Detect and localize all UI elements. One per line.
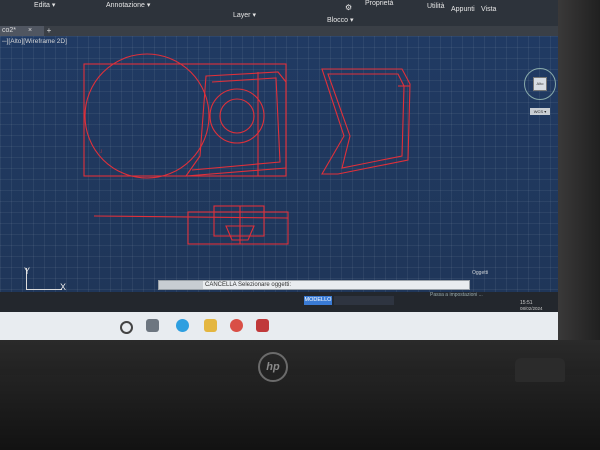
hinge-cover bbox=[515, 358, 565, 382]
drawing-geometry: ┘ bbox=[83, 53, 411, 245]
chrome-icon[interactable] bbox=[230, 319, 243, 332]
command-prompt: CANCELLA Selezionare oggetti: bbox=[205, 282, 292, 288]
ribbon-annotazione-menu[interactable]: Annotazione ▾ bbox=[106, 1, 150, 9]
body-outline bbox=[83, 63, 287, 177]
body-profile bbox=[184, 71, 287, 177]
activation-notice: Passa a impostazioni ... bbox=[430, 292, 483, 298]
small-circle bbox=[219, 98, 255, 134]
ribbon-utilita-panel[interactable]: Utilità bbox=[427, 3, 445, 10]
ucs-y-label: Y bbox=[24, 266, 31, 276]
hp-logo: hp bbox=[258, 352, 288, 382]
file-tab-bar: co2* × + bbox=[0, 26, 560, 36]
ucs-x-label: X bbox=[60, 282, 67, 292]
windows-taskbar bbox=[0, 312, 560, 340]
ribbon-appunti-panel[interactable]: Appunti bbox=[451, 6, 475, 13]
laptop-hinge bbox=[0, 375, 600, 450]
viewcube-face[interactable]: Alto bbox=[533, 77, 547, 91]
laptop-screen: Edita ▾ Annotazione ▾ Layer ▾ Blocco ▾ P… bbox=[0, 0, 560, 340]
large-circle bbox=[84, 53, 210, 179]
clock-date: 08/02/2024 bbox=[520, 306, 543, 311]
medium-circle bbox=[209, 88, 265, 144]
status-bar: MODELLO Passa a impostazioni ... 15:51 0… bbox=[0, 292, 560, 312]
side-view bbox=[321, 68, 411, 175]
laptop-bezel-right bbox=[558, 0, 600, 360]
ribbon: Edita ▾ Annotazione ▾ Layer ▾ Blocco ▾ P… bbox=[0, 0, 560, 27]
tab-drawing[interactable]: co2* × bbox=[0, 26, 44, 36]
model-button[interactable]: MODELLO bbox=[304, 296, 332, 305]
ribbon-layer-menu[interactable]: Layer ▾ bbox=[233, 11, 256, 19]
drawing-canvas[interactable]: ─][Alto][Wireframe 2D] ┘ Y X Alto WCS ▾ bbox=[0, 36, 560, 312]
ribbon-vista-panel[interactable]: Vista bbox=[481, 6, 496, 13]
wcs-menu[interactable]: WCS ▾ bbox=[530, 108, 550, 115]
edge-icon[interactable] bbox=[176, 319, 189, 332]
viewcube[interactable]: Alto WCS ▾ bbox=[520, 64, 558, 118]
task-view-icon[interactable] bbox=[146, 319, 159, 332]
properties-icon[interactable]: ⚙ bbox=[345, 3, 352, 12]
close-icon[interactable]: × bbox=[28, 26, 32, 36]
autocad-icon[interactable] bbox=[256, 319, 269, 332]
start-icon[interactable] bbox=[120, 321, 133, 334]
new-tab-button[interactable]: + bbox=[44, 26, 54, 36]
status-tools[interactable] bbox=[334, 296, 394, 305]
tab-title: co2* bbox=[2, 27, 17, 34]
command-line[interactable]: CANCELLA Selezionare oggetti: bbox=[158, 280, 470, 290]
command-right-label: Oggetti bbox=[472, 270, 489, 276]
command-icons[interactable] bbox=[159, 281, 203, 289]
ribbon-edita-menu[interactable]: Edita ▾ bbox=[34, 1, 55, 9]
svg-text:┘: ┘ bbox=[99, 149, 104, 156]
ucs-icon: Y X bbox=[22, 266, 68, 292]
file-explorer-icon[interactable] bbox=[204, 319, 217, 332]
ribbon-proprieta-panel[interactable]: Proprietà bbox=[365, 0, 393, 7]
ribbon-blocco-menu[interactable]: Blocco ▾ bbox=[327, 16, 353, 24]
